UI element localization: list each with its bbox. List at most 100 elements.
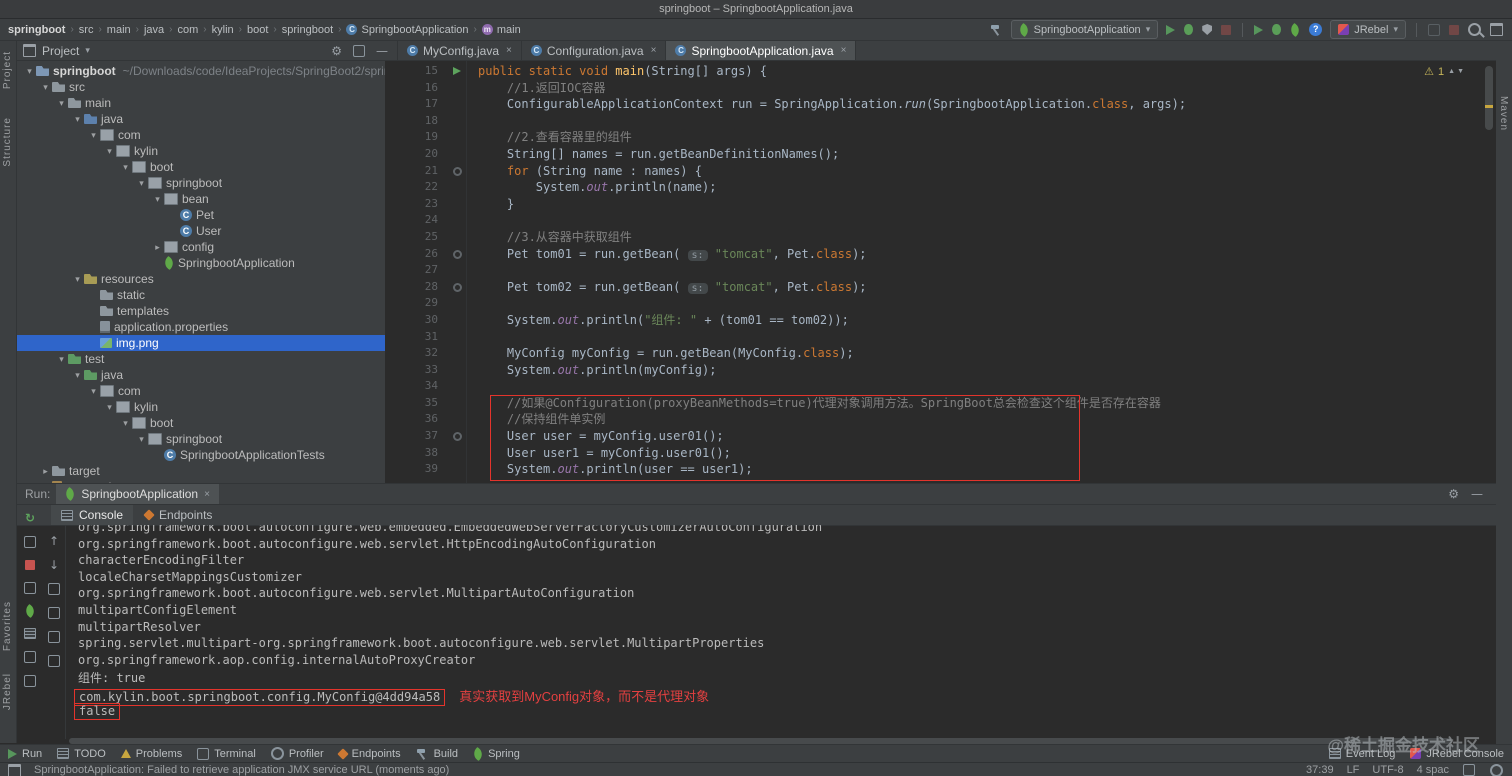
print-icon[interactable]	[23, 650, 37, 664]
chevron-expanded-icon[interactable]: ▾	[103, 146, 116, 157]
chevron-expanded-icon[interactable]: ▾	[103, 402, 116, 413]
run-view-tab-console[interactable]: Console	[51, 505, 134, 525]
tool-window-button-profiler[interactable]: Profiler	[270, 747, 324, 760]
stop-icon[interactable]	[24, 559, 36, 571]
gutter[interactable]	[446, 246, 470, 263]
chevron-expanded-icon[interactable]: ▾	[87, 130, 100, 141]
close-icon[interactable]: ×	[506, 45, 512, 56]
tool-window-button-todo[interactable]: TODO	[57, 748, 106, 760]
tree-item[interactable]: C SpringbootApplicationTests	[17, 447, 385, 463]
rerun-icon[interactable]: ↻	[24, 511, 36, 525]
editor-scrollbar[interactable]	[1485, 66, 1493, 130]
line-number[interactable]: 32	[386, 345, 446, 362]
warning-stripe-mark[interactable]	[1485, 105, 1493, 108]
close-icon[interactable]: ×	[841, 45, 847, 56]
jrebel-debug-button[interactable]	[1271, 23, 1282, 36]
run-with-coverage-button[interactable]	[1201, 23, 1213, 36]
line-number[interactable]: 22	[386, 179, 446, 196]
stop-process-icon[interactable]	[1448, 24, 1460, 36]
line-number[interactable]: 26	[386, 246, 446, 263]
soft-wrap-icon[interactable]	[47, 630, 61, 644]
run-tab[interactable]: SpringbootApplication ×	[56, 484, 219, 504]
editor-tab[interactable]: C Configuration.java ×	[522, 41, 667, 60]
settings-icon[interactable]: ⚙	[330, 44, 343, 58]
window-controls-icon[interactable]	[1489, 22, 1504, 37]
line-number[interactable]: 38	[386, 445, 446, 462]
indicator-icon[interactable]	[1489, 763, 1504, 776]
line-number[interactable]: 18	[386, 113, 446, 130]
tree-item[interactable]: C User	[17, 223, 385, 239]
line-number[interactable]: 25	[386, 229, 446, 246]
tree-item[interactable]: ▾ kylin	[17, 399, 385, 415]
line-number[interactable]: 19	[386, 129, 446, 146]
debug-button[interactable]	[1183, 23, 1194, 36]
file-encoding[interactable]: UTF-8	[1372, 764, 1403, 776]
spring-debug-icon[interactable]	[22, 603, 38, 619]
chevron-expanded-icon[interactable]: ▾	[55, 98, 68, 109]
chevron-collapsed-icon[interactable]: ▸	[151, 242, 164, 253]
tree-item[interactable]: ▾ test	[17, 351, 385, 367]
tool-window-button-run[interactable]: Run	[8, 748, 42, 760]
breadcrumb-item[interactable]: C SpringbootApplication	[346, 24, 469, 36]
line-number[interactable]: 36	[386, 411, 446, 428]
line-number[interactable]: 16	[386, 80, 446, 97]
inspection-nav-icons[interactable]: ▲▼	[1448, 68, 1466, 75]
chevron-collapsed-icon[interactable]: ▸	[39, 466, 52, 477]
caret-position[interactable]: 37:39	[1306, 764, 1334, 776]
breadcrumb-item[interactable]: springboot	[282, 24, 333, 36]
editor-tab[interactable]: C SpringbootApplication.java ×	[666, 41, 857, 60]
tree-item[interactable]: ▾ boot	[17, 159, 385, 175]
gutter[interactable]	[446, 163, 470, 180]
trash-icon[interactable]	[23, 674, 37, 688]
chevron-expanded-icon[interactable]: ▾	[151, 194, 164, 205]
tree-item[interactable]: ▾ springboot	[17, 175, 385, 191]
tool-strip-button-favorites[interactable]: Favorites	[2, 601, 13, 651]
inspections-widget[interactable]: ⚠ 1 ▲▼	[1424, 65, 1466, 78]
chevron-expanded-icon[interactable]: ▾	[135, 178, 148, 189]
breadcrumb-item[interactable]: boot	[247, 24, 268, 36]
layout-icon[interactable]	[23, 581, 37, 595]
tool-window-button-terminal[interactable]: Terminal	[197, 747, 256, 760]
settings-icon[interactable]: ⚙	[1447, 487, 1460, 501]
run-configuration-select[interactable]: SpringbootApplication ▾	[1010, 20, 1159, 39]
line-number[interactable]: 31	[386, 329, 446, 346]
chevron-expanded-icon[interactable]: ▾	[55, 354, 68, 365]
tree-item[interactable]: ▾ springboot ~/Downloads/code/IdeaProjects…	[17, 63, 385, 79]
help-icon[interactable]: ?	[1308, 22, 1323, 37]
tool-strip-button-maven[interactable]: Maven	[1498, 96, 1509, 131]
gutter[interactable]	[446, 279, 470, 296]
breadcrumb-item[interactable]: m main	[481, 24, 521, 36]
clear-all-icon[interactable]	[47, 654, 61, 668]
run-line-icon[interactable]	[453, 67, 461, 75]
stop-button[interactable]	[1220, 24, 1232, 36]
status-window-icon[interactable]	[8, 763, 21, 776]
gutter[interactable]	[446, 428, 470, 445]
chevron-expanded-icon[interactable]: ▾	[71, 370, 84, 381]
chevron-expanded-icon[interactable]: ▾	[119, 418, 132, 429]
tree-item[interactable]: ▸ target	[17, 463, 385, 479]
indent-info[interactable]: 4 spac	[1417, 764, 1449, 776]
line-number[interactable]: 28	[386, 279, 446, 296]
line-number[interactable]: 23	[386, 196, 446, 213]
hide-icon[interactable]: —	[375, 44, 389, 58]
line-number[interactable]: 24	[386, 212, 446, 229]
expand-all-icon[interactable]	[47, 582, 61, 596]
tree-item[interactable]: ▾ com	[17, 383, 385, 399]
build-project-icon[interactable]	[989, 22, 1004, 37]
tree-item[interactable]: C Pet	[17, 207, 385, 223]
tree-item[interactable]: ▾ bean	[17, 191, 385, 207]
tree-item[interactable]: ▾ java	[17, 111, 385, 127]
tree-item[interactable]: templates	[17, 303, 385, 319]
run-view-tab-endpoints[interactable]: Endpoints	[135, 505, 222, 525]
run-gutter[interactable]	[446, 63, 470, 80]
tool-window-button-problems[interactable]: Problems	[120, 748, 182, 760]
line-number[interactable]: 15	[386, 63, 446, 80]
jrebel-run-button[interactable]	[1253, 24, 1264, 36]
lock-icon[interactable]	[1462, 763, 1476, 776]
editor-tab[interactable]: C MyConfig.java ×	[398, 41, 522, 60]
run-button[interactable]	[1165, 24, 1176, 36]
tree-item[interactable]: ▾ boot	[17, 415, 385, 431]
tree-item[interactable]: ▾ resources	[17, 271, 385, 287]
plugin-action-icon[interactable]	[1427, 23, 1441, 37]
tree-item[interactable]: SpringbootApplication	[17, 255, 385, 271]
